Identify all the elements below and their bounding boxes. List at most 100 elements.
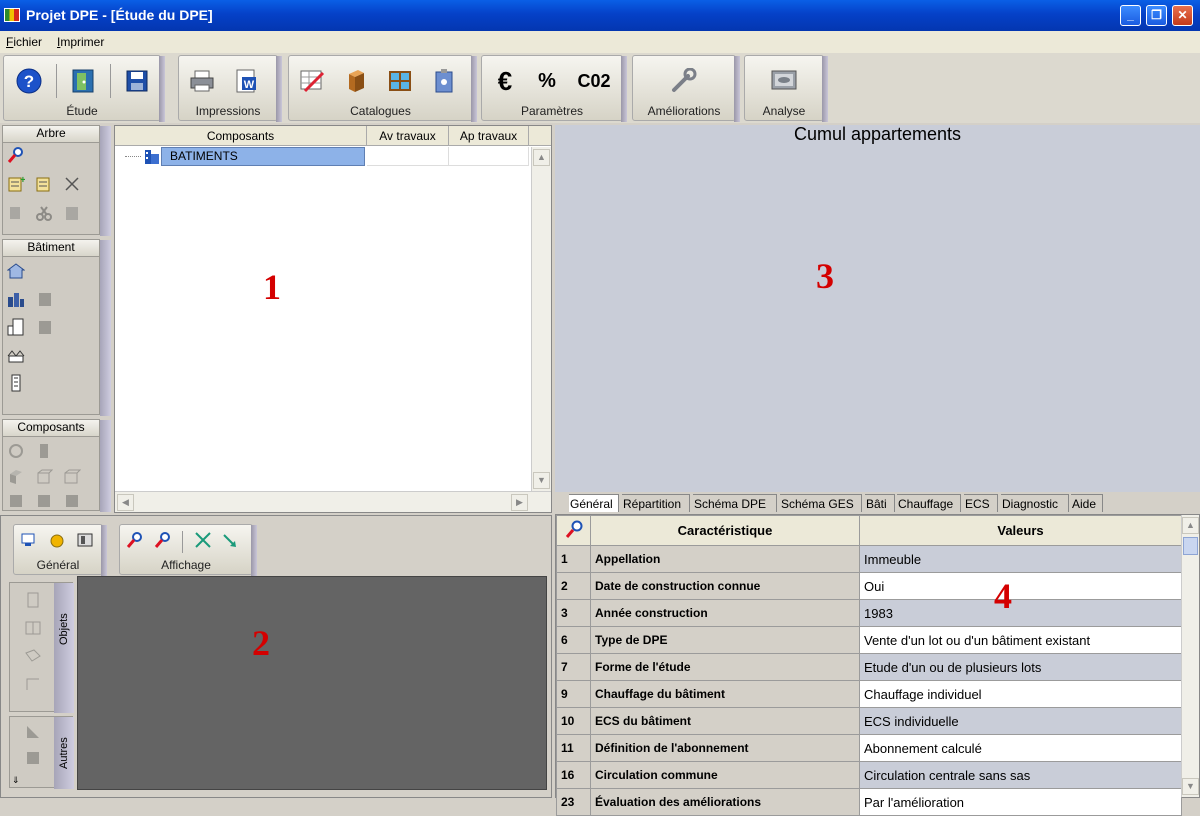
menu-imprimer[interactable]: Imprimer (57, 35, 104, 49)
wall-component-icon[interactable] (7, 468, 25, 486)
row-value[interactable]: Etude d'un ou de plusieurs lots (859, 653, 1182, 681)
scroll-left-icon[interactable]: ◀ (117, 494, 134, 511)
view-3d-icon[interactable] (76, 531, 94, 549)
wall-material-icon[interactable] (341, 66, 371, 96)
drawing-canvas[interactable]: 2 (77, 576, 547, 790)
percent-parameter-icon[interactable]: % (532, 66, 562, 96)
row-value[interactable]: ECS individuelle (859, 707, 1182, 735)
wall-object-icon[interactable] (24, 675, 42, 693)
floor-component-icon[interactable] (7, 492, 25, 510)
row-value[interactable]: Immeuble (859, 545, 1182, 573)
catalog-table-icon[interactable] (297, 66, 327, 96)
printer-icon[interactable] (187, 66, 217, 96)
menu-fichier[interactable]: Fichier (6, 35, 42, 49)
tab-schema-dpe[interactable]: Schéma DPE (693, 494, 777, 512)
box-component-icon[interactable] (35, 468, 54, 486)
gear-component-icon[interactable] (7, 442, 25, 460)
toolbar-grip[interactable] (159, 56, 165, 122)
column-header-ap-travaux[interactable]: Ap travaux (449, 126, 529, 146)
add-node-icon[interactable]: + (7, 175, 26, 193)
table-row[interactable]: 3 Année construction 1983 (556, 599, 1182, 627)
row-value[interactable]: Circulation centrale sans sas (859, 761, 1182, 789)
door-object-icon[interactable] (24, 591, 42, 609)
section-grip[interactable] (100, 126, 111, 236)
building-gray-icon[interactable] (37, 290, 55, 308)
toolbar-grip[interactable] (471, 56, 477, 122)
list-node-icon[interactable] (35, 175, 53, 193)
open-door-icon[interactable] (68, 66, 98, 96)
slab-object-icon[interactable] (24, 647, 42, 665)
house-icon[interactable] (6, 262, 26, 280)
window-object-icon[interactable] (24, 619, 42, 637)
scroll-down-icon[interactable]: ▼ (533, 472, 550, 489)
expand-down-icon[interactable]: ⇓ (12, 775, 20, 786)
tree-vertical-scrollbar[interactable]: ▲ ▼ (531, 147, 551, 491)
table-row[interactable]: 10 ECS du bâtiment ECS individuelle (556, 707, 1182, 735)
table-row[interactable]: 9 Chauffage du bâtiment Chauffage individu… (556, 680, 1182, 708)
fit-all-icon[interactable] (194, 531, 212, 549)
tree-row[interactable]: BATIMENTS (115, 147, 367, 166)
tree-horizontal-scrollbar[interactable]: ◀ ▶ (115, 491, 551, 512)
boiler-catalog-icon[interactable] (429, 66, 459, 96)
block-object-icon[interactable] (24, 749, 42, 767)
tower-icon[interactable] (7, 374, 25, 392)
save-icon[interactable] (122, 66, 152, 96)
table-row[interactable]: 2 Date de construction connue Oui (556, 572, 1182, 600)
paste-icon[interactable] (63, 204, 81, 222)
tree-node-batiments[interactable]: BATIMENTS (161, 147, 365, 166)
table-row[interactable]: 23 Évaluation des améliorations Par l'amél… (556, 788, 1182, 816)
hand-tool-icon[interactable] (48, 531, 66, 549)
analyse-screen-icon[interactable] (769, 66, 799, 96)
toolbar-grip[interactable] (621, 56, 627, 122)
tab-diagnostic[interactable]: Diagnostic (1001, 494, 1069, 512)
close-button[interactable]: ✕ (1172, 5, 1193, 26)
delete-icon[interactable] (63, 175, 81, 193)
tab-ecs[interactable]: ECS (964, 494, 998, 512)
row-value[interactable]: 1983 (859, 599, 1182, 627)
stair-object-icon[interactable] (24, 723, 42, 741)
wrench-icon[interactable] (669, 66, 699, 96)
toolbar-grip[interactable] (822, 56, 828, 122)
scroll-up-icon[interactable]: ▲ (533, 149, 550, 166)
grid-vertical-scrollbar[interactable]: ▲ ▼ (1181, 515, 1199, 797)
row-value[interactable]: Chauffage individuel (859, 680, 1182, 708)
side-tab-objets[interactable]: Objets (58, 613, 70, 645)
scroll-up-icon[interactable]: ▲ (1182, 517, 1199, 534)
toolbar-grip[interactable] (251, 525, 257, 576)
column-header-av-travaux[interactable]: Av travaux (367, 126, 449, 146)
toolbar-grip[interactable] (276, 56, 282, 122)
toolbar-grip[interactable] (101, 525, 107, 576)
toolbar-grip[interactable] (734, 56, 740, 122)
table-row[interactable]: 1 Appellation Immeuble (556, 545, 1182, 573)
minimize-button[interactable]: _ (1120, 5, 1141, 26)
scroll-right-icon[interactable]: ▶ (511, 494, 528, 511)
tab-aide[interactable]: Aide (1071, 494, 1103, 512)
slab-component-icon[interactable] (63, 492, 81, 510)
scroll-thumb[interactable] (1183, 537, 1198, 555)
apartment-gray-icon[interactable] (37, 318, 55, 336)
houses-row-icon[interactable] (7, 346, 25, 364)
co2-parameter-icon[interactable]: C02 (574, 66, 614, 96)
word-export-icon[interactable]: W (231, 66, 261, 96)
tab-schema-ges[interactable]: Schéma GES (780, 494, 862, 512)
row-value[interactable]: Par l'amélioration (859, 788, 1182, 816)
table-row[interactable]: 7 Forme de l'étude Etude d'un ou de plusie… (556, 653, 1182, 681)
tab-general[interactable]: Général (569, 494, 619, 512)
column-header-composants[interactable]: Composants (115, 126, 367, 146)
tab-bati[interactable]: Bâti (865, 494, 895, 512)
side-tab-autres[interactable]: Autres (58, 737, 70, 769)
select-tool-icon[interactable] (20, 531, 38, 549)
app-icon[interactable] (4, 8, 20, 22)
row-value[interactable]: Vente d'un lot ou d'un bâtiment existant (859, 626, 1182, 654)
row-value[interactable]: Abonnement calculé (859, 734, 1182, 762)
window-catalog-icon[interactable] (385, 66, 415, 96)
roof-component-icon[interactable] (35, 492, 53, 510)
euro-parameter-icon[interactable]: € (490, 66, 520, 96)
column-header-valeurs[interactable]: Valeurs (859, 515, 1182, 546)
section-grip[interactable] (100, 240, 111, 416)
table-row[interactable]: 16 Circulation commune Circulation central… (556, 761, 1182, 789)
table-row[interactable]: 11 Définition de l'abonnement Abonnement c… (556, 734, 1182, 762)
cube-component-icon[interactable] (63, 468, 82, 486)
copy-icon[interactable] (7, 204, 25, 222)
scroll-down-icon[interactable]: ▼ (1182, 778, 1199, 795)
